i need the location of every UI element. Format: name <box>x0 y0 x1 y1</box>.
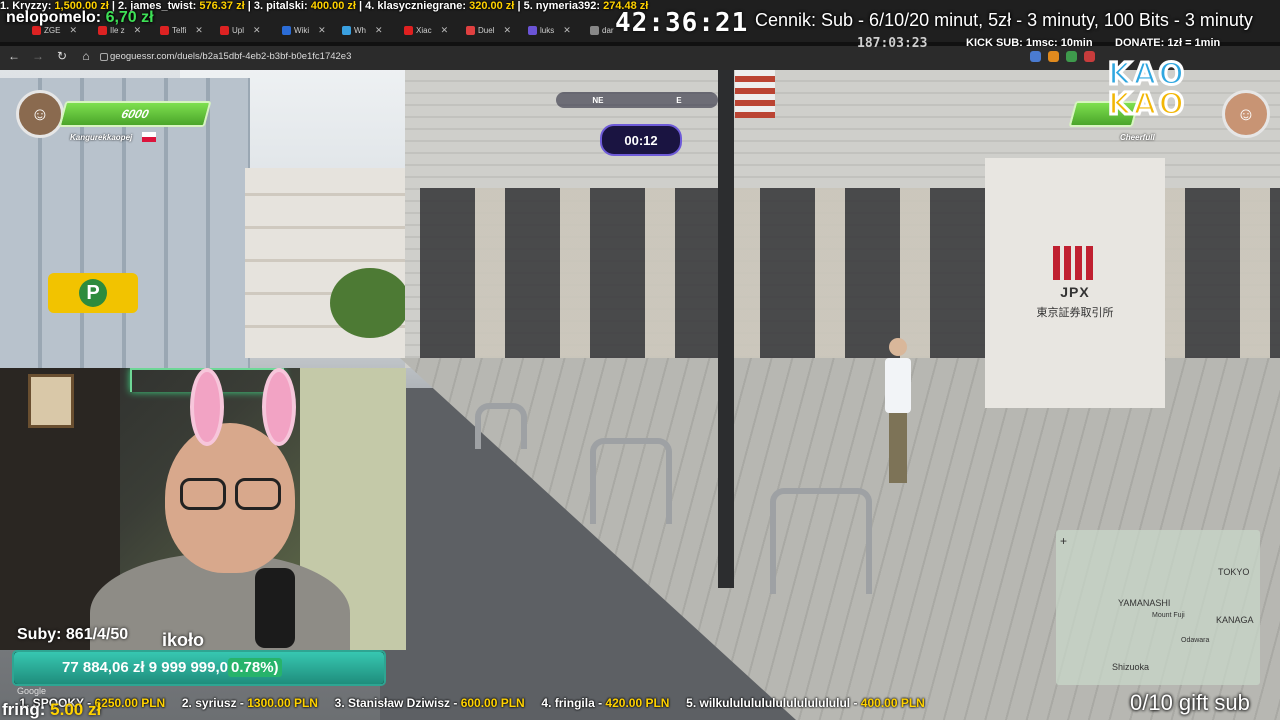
donate-info: DONATE: 1zł = 1min <box>1115 37 1221 49</box>
jpx-sign: JPX 東京証券取引所 <box>985 158 1165 408</box>
round-timer: 00:12 <box>600 124 682 156</box>
player-right-name: Cheerfull <box>1120 133 1155 142</box>
tab-favicon-icon <box>220 25 229 35</box>
close-icon[interactable]: ✕ <box>318 25 326 36</box>
home-icon[interactable]: ⌂ <box>78 49 94 63</box>
tab-favicon-icon <box>160 25 169 35</box>
glasses <box>180 478 281 510</box>
latest-donation: nelopomelo: 6,70 zł <box>6 9 154 26</box>
browser-tab[interactable]: Wh ✕ <box>342 22 383 38</box>
parking-sign: P <box>48 273 138 313</box>
microphone-icon <box>255 568 295 648</box>
browser-tab[interactable]: dar <box>590 22 614 38</box>
zoom-in-icon[interactable]: + <box>1060 534 1067 548</box>
forward-icon[interactable]: → <box>30 49 46 63</box>
jpx-sign-title: JPX <box>1060 284 1090 300</box>
back-icon[interactable]: ← <box>6 49 22 63</box>
railing <box>590 438 672 524</box>
close-icon[interactable]: ✕ <box>253 25 261 36</box>
poland-flag-icon <box>142 132 156 142</box>
donation-ticker: 1. SPOOKY - 6250.00 PLN 2. syriusz - 130… <box>19 696 925 710</box>
close-icon[interactable]: ✕ <box>563 25 571 36</box>
player-left-name: Kangurekkaopej <box>70 133 133 142</box>
subathon-timer: 42:36:21 <box>615 8 749 38</box>
extension-icon[interactable] <box>1048 51 1059 62</box>
latest-tip: fring: 5.00 zł <box>2 700 102 719</box>
lamp-pole <box>718 68 734 588</box>
parking-icon: P <box>79 279 107 307</box>
sub-count: Suby: 861/4/50 <box>17 626 129 643</box>
railing <box>770 488 872 594</box>
donation-goal-text: 77 884,06 zł 9 999 999,0 0.78%) <box>62 658 282 677</box>
tab-favicon-icon <box>466 25 475 35</box>
jpx-logo-icon <box>1053 246 1097 280</box>
tab-favicon-icon <box>528 25 537 35</box>
reload-icon[interactable]: ↻ <box>54 49 70 63</box>
url-field[interactable]: geoguessr.com/duels/b2a15dbf-4eb2-b3bf-b… <box>110 51 351 62</box>
flag <box>735 68 775 118</box>
bunny-ear <box>262 368 296 446</box>
browser-tab[interactable]: Wiki ✕ <box>282 22 326 38</box>
tab-favicon-icon <box>590 25 599 35</box>
close-icon[interactable]: ✕ <box>195 25 203 36</box>
bunny-ear <box>190 368 224 446</box>
tab-favicon-icon <box>282 25 291 35</box>
player-left-avatar: ☺ <box>16 90 64 138</box>
google-watermark: Google <box>17 686 47 696</box>
tab-favicon-icon <box>404 25 413 35</box>
browser-tab[interactable]: Telfi ✕ <box>160 22 203 38</box>
browser-tab[interactable]: Duel ✕ <box>466 22 511 38</box>
browser-tab[interactable]: Upl ✕ <box>220 22 261 38</box>
close-icon[interactable]: ✕ <box>441 25 449 36</box>
close-icon[interactable]: ✕ <box>375 25 383 36</box>
tree <box>330 268 410 338</box>
picture-frame <box>28 374 74 428</box>
browser-tab[interactable]: luks ✕ <box>528 22 571 38</box>
pedestrian <box>885 338 911 518</box>
price-list: Cennik: Sub - 6/10/20 minut, 5zł - 3 min… <box>755 10 1253 30</box>
kick-sub-info: KICK SUB: 1msc: 10min <box>966 37 1093 49</box>
extension-icon[interactable] <box>1030 51 1041 62</box>
railing <box>475 403 527 449</box>
donation-goal-bar: 77 884,06 zł 9 999 999,0 0.78%) <box>12 650 386 686</box>
extension-icon[interactable] <box>1084 51 1095 62</box>
compass[interactable]: NE E <box>556 92 718 108</box>
extension-icon[interactable] <box>1066 51 1077 62</box>
kaokao-logo: KAO KAO <box>1107 57 1186 122</box>
gift-sub-counter: 0/10 gift sub <box>1130 690 1250 715</box>
jpx-sign-subtitle: 東京証券取引所 <box>1036 307 1114 319</box>
webcam-feed <box>0 368 406 650</box>
stream-uptime: 187:03:23 <box>857 36 928 51</box>
site-info-icon[interactable] <box>100 53 108 61</box>
guess-minimap[interactable]: + TOKYO YAMANASHI Mount Fuji KANAGA Shiz… <box>1056 530 1260 685</box>
player-right-avatar: ☺ <box>1222 90 1270 138</box>
wheel-label: ikoło <box>162 630 205 650</box>
close-icon[interactable]: ✕ <box>503 25 511 36</box>
browser-tab[interactable]: Xiac ✕ <box>404 22 448 38</box>
tab-favicon-icon <box>342 25 351 35</box>
player-left-health-bar: 6000 <box>58 101 212 127</box>
